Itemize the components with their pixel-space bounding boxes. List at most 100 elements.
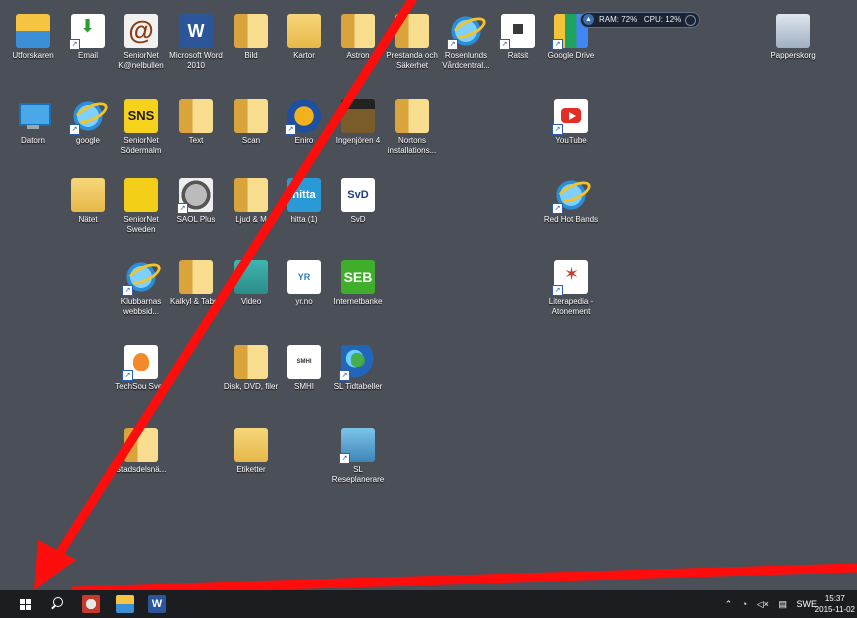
- icon-label: SeniorNet Södermalm: [120, 136, 162, 155]
- icon-label: Nortons installations...: [387, 136, 437, 155]
- taskbar-file-explorer-icon[interactable]: [116, 595, 134, 613]
- desktop-icon-word[interactable]: W Microsoft Word 2010: [168, 14, 224, 71]
- desktop-icon-google[interactable]: ↗ google: [60, 99, 116, 146]
- desktop-icon-seniornet-sodermalm[interactable]: SNS SeniorNet Södermalm: [113, 99, 169, 156]
- desktop-icon-kartor[interactable]: Kartor: [276, 14, 332, 61]
- desktop-icon-seniornet-konelbullen[interactable]: @ SeniorNet K@nelbullen: [113, 14, 169, 71]
- desktop-icon-disk-dvd[interactable]: Disk, DVD, filer: [223, 345, 279, 392]
- notification-icon[interactable]: ▤: [778, 599, 787, 609]
- shortcut-arrow-icon: ↗: [499, 39, 510, 50]
- folder-icon: [395, 14, 429, 48]
- icon-label: Microsoft Word 2010: [169, 51, 223, 70]
- icon-label: Etiketter: [236, 465, 266, 474]
- desktop-icon-seniornet-sweden[interactable]: SeniorNet Sweden: [113, 178, 169, 235]
- icon-label: Video: [240, 297, 262, 306]
- folder-icon: [287, 14, 321, 48]
- icon-label: SvD: [350, 215, 366, 224]
- icon-label: SL Tidtabeller: [333, 382, 383, 391]
- chevron-up-icon[interactable]: ⌃: [725, 599, 733, 609]
- desktop-icon-literapedia[interactable]: ↗ Literapedia - Atonement: [543, 260, 599, 317]
- video-icon: [234, 260, 268, 294]
- shortcut-arrow-icon: ↗: [552, 285, 563, 296]
- icon-label: Bild: [244, 51, 258, 60]
- desktop-icon-stadsdelsnamnd[interactable]: Stadsdelsnä...: [113, 428, 169, 475]
- desktop-icon-etiketter[interactable]: Etiketter: [223, 428, 279, 475]
- icon-label: Google Drive: [547, 51, 595, 60]
- desktop-icon-natet[interactable]: Nätet: [60, 178, 116, 225]
- desktop-icon-video[interactable]: Video: [223, 260, 279, 307]
- desktop-icon-yr[interactable]: YR yr.no: [276, 260, 332, 307]
- speaker-muted-icon[interactable]: ◁×: [757, 599, 769, 609]
- folder-icon: [234, 428, 268, 462]
- clock[interactable]: 15:37 2015-11-02: [815, 593, 855, 615]
- network-icon[interactable]: ◔: [742, 599, 747, 609]
- shortcut-arrow-icon: ↗: [122, 370, 133, 381]
- desktop-icon-svd[interactable]: SvD SvD: [330, 178, 386, 225]
- icon-label: SMHI: [294, 382, 314, 391]
- monitor-menu-icon[interactable]: [685, 15, 697, 26]
- start-button[interactable]: [12, 590, 42, 618]
- recycle-bin-icon: [776, 14, 810, 48]
- desktop-icon-ingenjoren[interactable]: Ingenjören 4: [330, 99, 386, 146]
- svd-icon: SvD: [341, 178, 375, 212]
- desktop-icon-smhi[interactable]: SMHI SMHI: [276, 345, 332, 392]
- shortcut-arrow-icon: ↗: [339, 370, 350, 381]
- desktop-icon-ljud[interactable]: Ljud & M: [223, 178, 279, 225]
- globe-icon: ↗: [339, 345, 375, 381]
- mail-download-icon: ↗: [69, 14, 105, 50]
- youtube-icon: ↗: [552, 99, 588, 135]
- desktop-icon-hitta[interactable]: hitta hitta (1): [276, 178, 332, 225]
- desktop-icon-red-hot-bands[interactable]: ↗ Red Hot Bands: [543, 178, 599, 225]
- monitor-app-icon: ▲: [583, 14, 594, 25]
- desktop-icon-saol[interactable]: ↗ SAOL Plus: [168, 178, 224, 225]
- desktop-icon-bild[interactable]: Bild: [223, 14, 279, 61]
- icon-label: SAOL Plus: [176, 215, 216, 224]
- shortcut-arrow-icon: ↗: [552, 124, 563, 135]
- icon-label: Email: [77, 51, 98, 60]
- cpu-usage: CPU: 12%: [643, 15, 682, 24]
- resource-monitor-widget[interactable]: ▲ RAM: 72% CPU: 12%: [580, 12, 701, 28]
- desktop-icon-scan[interactable]: Scan: [223, 99, 279, 146]
- desktop-icon-prestanda[interactable]: Prestanda och Säkerhet: [384, 14, 440, 71]
- desktop-icon-rosenlunds[interactable]: ↗ Rosenlunds Vårdcentral...: [438, 14, 494, 71]
- folder-icon: [71, 178, 105, 212]
- desktop-icon-klubbarnas[interactable]: ↗ Klubbarnas webbsid...: [113, 260, 169, 317]
- smhi-icon: SMHI: [287, 345, 321, 379]
- icon-label: Nätet: [78, 215, 98, 224]
- desktop-icon-youtube[interactable]: ↗ YouTube: [543, 99, 599, 146]
- desktop-icon-eniro[interactable]: ↗ Eniro: [276, 99, 332, 146]
- desktop-icon-text[interactable]: Text: [168, 99, 224, 146]
- computer-icon: [16, 99, 51, 133]
- clock-time: 15:37: [824, 594, 845, 603]
- desktop-icon-sl-tidtabeller[interactable]: ↗ SL Tidtabeller: [330, 345, 386, 392]
- taskbar-word-icon[interactable]: W: [148, 595, 166, 613]
- desktop: Utforskaren ↗ Email @ SeniorNet K@nelbul…: [0, 0, 857, 590]
- desktop-icon-ratsit[interactable]: ↗ Ratsit: [490, 14, 546, 61]
- desktop-icon-nortons[interactable]: Nortons installations...: [384, 99, 440, 156]
- desktop-icon-internetbank[interactable]: SEB Internetbanke: [330, 260, 386, 307]
- desktop-icon-email[interactable]: ↗ Email: [60, 14, 116, 61]
- folder-icon: [341, 14, 375, 48]
- icon-label: SeniorNet K@nelbullen: [118, 51, 164, 70]
- taskbar-app-paint-icon[interactable]: [82, 595, 100, 613]
- desktop-icon-datorn[interactable]: Datorn: [5, 99, 61, 146]
- icon-label: Scan: [241, 136, 261, 145]
- desktop-icon-papperskorg[interactable]: Papperskorg: [758, 14, 828, 61]
- icon-label: Rosenlunds Vårdcentral...: [442, 51, 490, 70]
- desktop-icon-kalkyl[interactable]: Kalkyl & Tabell: [168, 260, 224, 307]
- icon-label: Papperskorg: [770, 51, 816, 60]
- desktop-icon-utforskaren[interactable]: Utforskaren: [5, 14, 61, 61]
- icon-label: Text: [188, 136, 204, 145]
- desktop-icon-astron[interactable]: Astron: [330, 14, 386, 61]
- shortcut-arrow-icon: ↗: [285, 124, 296, 135]
- icon-label: SL Reseplanerare: [331, 465, 385, 484]
- icon-label: Datorn: [20, 136, 45, 145]
- desktop-icon-techsoup[interactable]: ↗ TechSou Sveri: [113, 345, 169, 392]
- desktop-icon-sl-reseplanerare[interactable]: ↗ SL Reseplanerare: [330, 428, 386, 485]
- folder-icon: [124, 428, 158, 462]
- icon-label: Ljud & M: [235, 215, 267, 224]
- system-tray: ⌃ ◔ ◁× ▤ SWE: [718, 590, 817, 618]
- search-icon[interactable]: [44, 590, 74, 618]
- folder-icon: [179, 99, 213, 133]
- at-sign-icon: @: [124, 14, 158, 48]
